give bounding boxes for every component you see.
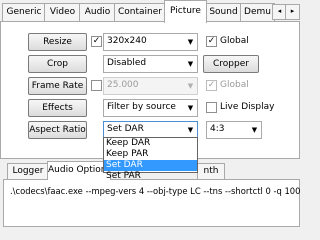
chevron-down-icon[interactable]: ▼ xyxy=(186,125,195,135)
command-line-text: .\codecs\faac.exe --mpeg-vers 4 --obj-ty… xyxy=(10,186,301,196)
frame-rate-global-checkbox[interactable]: ✓ xyxy=(206,80,217,91)
crop-value: Disabled xyxy=(107,58,147,68)
cropper-button[interactable]: Cropper xyxy=(203,55,259,73)
frame-rate-button[interactable]: Frame Rate xyxy=(28,77,87,95)
tab-scroll-right-icon[interactable]: ▸ xyxy=(285,4,300,20)
resize-button[interactable]: Resize xyxy=(28,33,87,51)
frame-rate-combo[interactable]: 25.000 ▼ xyxy=(103,77,198,95)
aspect-ratio-dropdown-list: Keep DAR Keep PAR Set DAR Set PAR xyxy=(103,137,198,181)
frame-rate-value: 25.000 xyxy=(107,80,139,90)
effects-value: Filter by source xyxy=(107,102,176,112)
dropdown-option-keep-dar[interactable]: Keep DAR xyxy=(104,138,197,149)
crop-combo[interactable]: Disabled ▼ xyxy=(103,55,198,73)
top-tab-strip: Generic Video Audio Container Picture So… xyxy=(0,0,300,23)
tab-logger[interactable]: Logger xyxy=(7,163,49,180)
effects-button[interactable]: Effects xyxy=(28,99,87,117)
live-display-checkbox[interactable] xyxy=(206,102,217,113)
ratio-value: 4:3 xyxy=(210,124,225,134)
tab-demux[interactable]: Demu xyxy=(240,3,275,22)
tab-audio[interactable]: Audio xyxy=(79,3,116,22)
live-display-label: Live Display xyxy=(220,102,275,112)
resize-value: 320x240 xyxy=(107,36,147,46)
frame-rate-global-label: Global xyxy=(220,80,249,90)
dropdown-option-set-dar[interactable]: Set DAR xyxy=(104,160,197,171)
tab-sound[interactable]: Sound xyxy=(205,3,242,22)
resize-combo[interactable]: 320x240 ▼ xyxy=(103,33,198,51)
chevron-down-icon[interactable]: ▼ xyxy=(250,125,259,135)
ratio-combo[interactable]: 4:3 ▼ xyxy=(206,121,262,139)
tab-video[interactable]: Video xyxy=(44,3,81,22)
dropdown-option-set-par[interactable]: Set PAR xyxy=(104,171,197,182)
effects-combo[interactable]: Filter by source ▼ xyxy=(103,99,198,117)
tab-generic[interactable]: Generic xyxy=(2,3,46,22)
command-line-box[interactable]: .\codecs\faac.exe --mpeg-vers 4 --obj-ty… xyxy=(3,179,300,227)
aspect-ratio-value: Set DAR xyxy=(107,124,144,134)
aspect-ratio-button[interactable]: Aspect Ratio xyxy=(28,121,87,139)
tab-audio-options[interactable]: Audio Options xyxy=(47,161,111,180)
chevron-down-icon[interactable]: ▼ xyxy=(186,37,195,47)
tab-picture[interactable]: Picture xyxy=(164,0,207,23)
dropdown-option-keep-par[interactable]: Keep PAR xyxy=(104,149,197,160)
frame-rate-checkbox[interactable] xyxy=(91,80,102,91)
tab-container[interactable]: Container xyxy=(114,3,166,22)
resize-global-checkbox[interactable]: ✓ xyxy=(206,36,217,47)
chevron-down-icon[interactable]: ▼ xyxy=(186,59,195,69)
resize-checkbox[interactable]: ✓ xyxy=(91,36,102,47)
tab-partial[interactable]: nth xyxy=(197,163,225,180)
chevron-down-icon[interactable]: ▼ xyxy=(186,103,195,113)
resize-global-label: Global xyxy=(220,36,249,46)
chevron-down-icon[interactable]: ▼ xyxy=(186,81,195,91)
crop-button[interactable]: Crop xyxy=(28,55,87,73)
